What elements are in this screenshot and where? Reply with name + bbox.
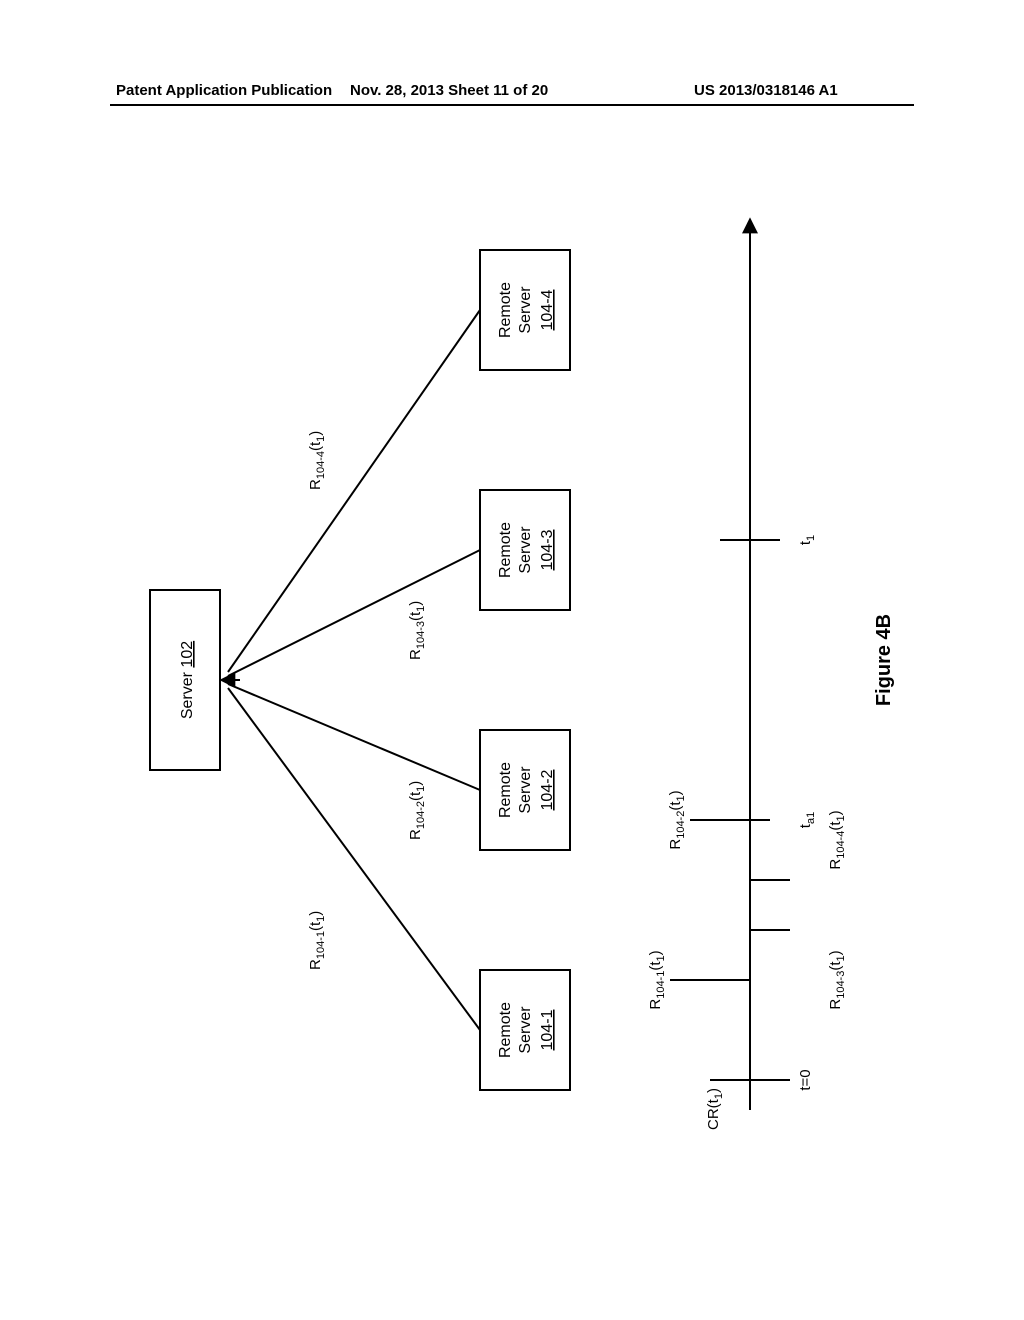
- rs4-ref: 104-4: [539, 289, 556, 330]
- edges: [222, 310, 480, 1030]
- remote-server-2: Remote Server 104-2: [480, 730, 570, 850]
- timeline-r3: R104-3(t1): [827, 950, 847, 1009]
- rs3-ref: 104-3: [539, 529, 556, 570]
- figure-svg: Server 102 Remote Server 104-1: [110, 140, 914, 1180]
- svg-text:Server: Server 102: [179, 641, 196, 719]
- edge-label-2: R104-2(t1): [407, 781, 427, 840]
- tick-t1: t1: [797, 535, 817, 545]
- svg-text:Remote: Remote: [497, 762, 514, 818]
- edge-label-1: R104-1(t1): [307, 911, 327, 970]
- svg-text:Server: Server: [517, 1006, 534, 1054]
- timeline: t=0 CR(t1) R104-1(t1) R104-3(t1): [647, 220, 847, 1130]
- server-label: Server: [179, 671, 196, 719]
- rs2-ref: 104-2: [539, 769, 556, 810]
- tick-t0: t=0: [797, 1069, 814, 1090]
- header-right: US 2013/0318146 A1: [694, 82, 838, 99]
- remote-server-3: Remote Server 104-3: [480, 490, 570, 610]
- rs1-ref: 104-1: [539, 1009, 556, 1050]
- header-left: Patent Application Publication: [116, 82, 332, 99]
- tick-ta1: ta1: [797, 812, 817, 828]
- svg-text:Remote: Remote: [497, 282, 514, 338]
- svg-text:Server: Server: [517, 286, 534, 334]
- remote-server-1: Remote Server 104-1: [480, 970, 570, 1090]
- figure-caption: Figure 4B: [873, 614, 895, 706]
- header-rule: [110, 104, 914, 106]
- server-box: Server 102: [150, 590, 220, 770]
- svg-text:Remote: Remote: [497, 522, 514, 578]
- edge-label-4: R104-4(t1): [307, 431, 327, 490]
- timeline-r1: R104-1(t1): [647, 950, 667, 1009]
- svg-text:Remote: Remote: [497, 1002, 514, 1058]
- svg-text:Server: Server: [517, 526, 534, 574]
- figure-stage: Server 102 Remote Server 104-1: [110, 140, 914, 1180]
- server-ref: 102: [179, 641, 196, 668]
- header-center: Nov. 28, 2013 Sheet 11 of 20: [350, 82, 548, 99]
- edge-label-3: R104-3(t1): [407, 601, 427, 660]
- remote-server-4: Remote Server 104-4: [480, 250, 570, 370]
- svg-text:Server: Server: [517, 766, 534, 814]
- timeline-cr: CR(t1): [705, 1088, 725, 1130]
- timeline-r2: R104-2(t1): [667, 790, 687, 849]
- timeline-r4: R104-4(t1): [827, 810, 847, 869]
